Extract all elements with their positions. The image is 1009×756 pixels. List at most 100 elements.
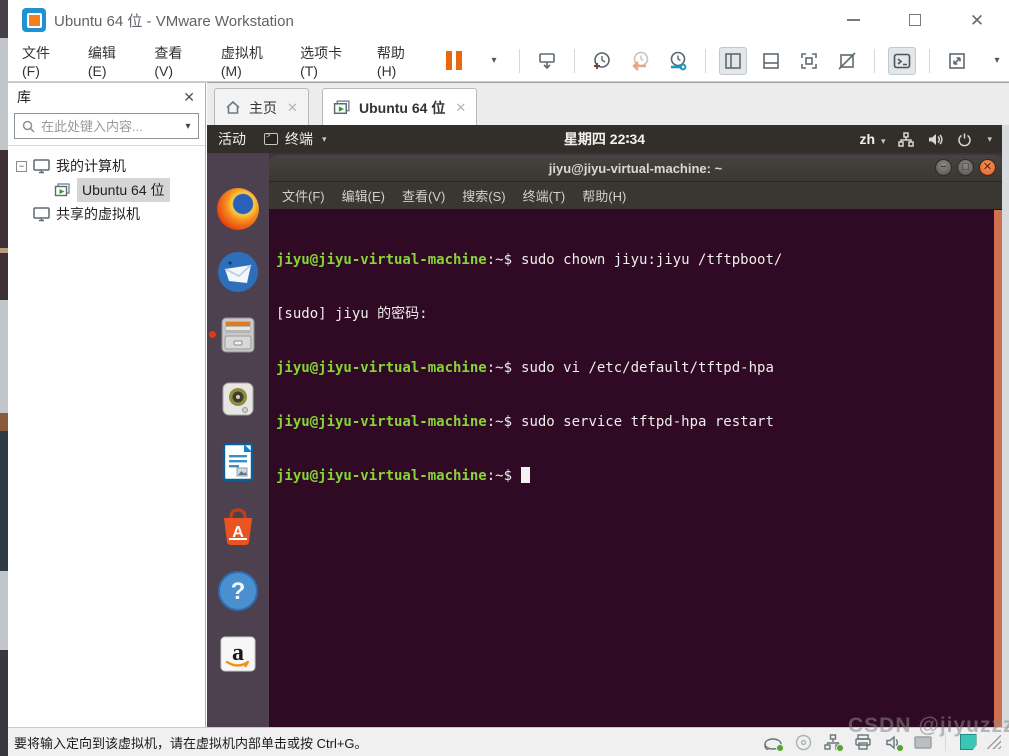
- background-window-sliver: [0, 0, 8, 756]
- terminal-menu-terminal[interactable]: 终端(T): [523, 186, 566, 205]
- terminal-maximize-button[interactable]: □: [957, 159, 974, 176]
- menu-vm[interactable]: 虚拟机(M): [221, 43, 270, 79]
- menu-tabs[interactable]: 选项卡(T): [300, 43, 347, 79]
- minimize-button[interactable]: [839, 6, 867, 34]
- ctrl-alt-del-button[interactable]: [533, 47, 561, 75]
- library-search[interactable]: ▾: [14, 113, 199, 139]
- fullscreen-icon: [801, 52, 817, 69]
- fit-guest-dropdown[interactable]: ▾: [981, 47, 1009, 75]
- terminal-line: [sudo] jiyu 的密码:: [276, 306, 437, 322]
- terminal-line: jiyu@jiyu-virtual-machine:~$ sudo service…: [276, 414, 774, 430]
- pause-button[interactable]: [440, 47, 468, 75]
- vmware-logo-icon: [22, 8, 46, 32]
- take-snapshot-button[interactable]: [588, 47, 616, 75]
- vm-display[interactable]: 活动 终端 ▾ 星期四 22∶34 zh ▾: [207, 125, 1002, 727]
- search-icon: [22, 120, 35, 133]
- library-close-icon[interactable]: ✕: [183, 89, 195, 106]
- console-view-toggle[interactable]: [888, 46, 916, 75]
- tree-item-shared-vms[interactable]: 共享的虚拟机: [8, 202, 205, 226]
- library-search-input[interactable]: [41, 118, 178, 134]
- terminal-window[interactable]: jiyu@jiyu-virtual-machine: ~ − □ ✕ 文件(F)…: [269, 155, 1002, 727]
- amazon-icon[interactable]: a: [217, 633, 259, 675]
- terminal-title: jiyu@jiyu-virtual-machine: ~: [548, 160, 723, 176]
- gnome-top-bar: 活动 终端 ▾ 星期四 22∶34 zh ▾: [207, 125, 1002, 153]
- close-button[interactable]: ✕: [963, 6, 991, 34]
- show-thumbnails-toggle[interactable]: [757, 47, 785, 75]
- resize-grip[interactable]: [987, 735, 1001, 749]
- terminal-titlebar[interactable]: jiyu@jiyu-virtual-machine: ~ − □ ✕: [269, 155, 1002, 182]
- tab-home[interactable]: 主页 ✕: [214, 88, 309, 126]
- terminal-menu-file[interactable]: 文件(F): [282, 186, 325, 205]
- terminal-line: jiyu@jiyu-virtual-machine:~$: [276, 467, 994, 485]
- library-tree: − 我的计算机 Ubuntu 64 位 共享的虚拟机: [8, 146, 205, 226]
- firefox-icon[interactable]: [217, 188, 259, 230]
- rhythmbox-icon[interactable]: [217, 378, 259, 420]
- tree-item-my-computer[interactable]: − 我的计算机: [8, 154, 205, 178]
- tab-close-icon[interactable]: ✕: [287, 100, 298, 116]
- usb-icon[interactable]: [912, 732, 934, 752]
- terminal-menu-view[interactable]: 查看(V): [402, 186, 445, 205]
- volume-icon[interactable]: [927, 132, 944, 147]
- main-menu: 文件(F) 编辑(E) 查看(V) 虚拟机(M) 选项卡(T) 帮助(H): [8, 43, 414, 79]
- terminal-menu-search[interactable]: 搜索(S): [462, 186, 505, 205]
- terminal-minimize-button[interactable]: −: [935, 159, 952, 176]
- menu-view[interactable]: 查看(V): [154, 43, 190, 79]
- files-icon[interactable]: [217, 314, 259, 356]
- snapshot-revert-icon: [632, 51, 649, 71]
- thunderbird-icon[interactable]: [217, 251, 259, 293]
- menu-edit[interactable]: 编辑(E): [88, 43, 124, 79]
- fit-guest-icon: [949, 52, 965, 69]
- system-menu-caret[interactable]: ▾: [987, 134, 992, 145]
- search-filter-dropdown[interactable]: ▾: [178, 121, 198, 132]
- window-title: Ubuntu 64 位 - VMware Workstation: [54, 13, 294, 30]
- power-icon[interactable]: [957, 132, 972, 147]
- vmware-workstation-window: Ubuntu 64 位 - VMware Workstation ✕ 文件(F)…: [0, 0, 1009, 756]
- printer-icon[interactable]: [852, 732, 874, 752]
- tab-ubuntu-vm[interactable]: Ubuntu 64 位 ✕: [322, 88, 478, 126]
- terminal-menubar: 文件(F) 编辑(E) 查看(V) 搜索(S) 终端(T) 帮助(H): [269, 182, 1002, 209]
- vm-display-gutter: [1002, 125, 1009, 727]
- snapshot-manager-button[interactable]: [664, 47, 692, 75]
- tab-strip: 主页 ✕ Ubuntu 64 位 ✕: [207, 82, 1009, 126]
- input-language-indicator[interactable]: zh ▾: [859, 131, 885, 147]
- show-library-toggle[interactable]: [719, 46, 747, 75]
- fit-guest-button[interactable]: [943, 47, 971, 75]
- terminal-menu-edit[interactable]: 编辑(E): [342, 186, 385, 205]
- revert-snapshot-button[interactable]: [626, 47, 654, 75]
- ctrl-alt-del-icon: [539, 52, 555, 69]
- unity-mode-toggle[interactable]: [833, 47, 861, 75]
- terminal-cursor: [521, 467, 531, 483]
- harddisk-icon[interactable]: [762, 732, 784, 752]
- cdrom-icon[interactable]: [792, 732, 814, 752]
- help-icon[interactable]: ?: [217, 570, 259, 612]
- menu-help[interactable]: 帮助(H): [377, 43, 414, 79]
- menu-file[interactable]: 文件(F): [22, 43, 58, 79]
- terminal-menu-help[interactable]: 帮助(H): [582, 186, 626, 205]
- show-library-icon: [725, 52, 741, 69]
- power-dropdown[interactable]: ▾: [478, 47, 506, 75]
- unity-mode-icon: [838, 51, 856, 70]
- fullscreen-toggle[interactable]: [795, 47, 823, 75]
- message-log-icon[interactable]: [957, 732, 979, 752]
- tree-item-ubuntu-vm[interactable]: Ubuntu 64 位: [8, 178, 205, 202]
- terminal-scrollbar[interactable]: [994, 210, 1002, 727]
- tab-close-icon[interactable]: ✕: [455, 100, 466, 116]
- network-icon[interactable]: [898, 131, 915, 147]
- terminal-output[interactable]: jiyu@jiyu-virtual-machine:~$ sudo chown j…: [269, 210, 994, 727]
- libreoffice-writer-icon[interactable]: [217, 441, 259, 483]
- library-panel: 库 ✕ ▾ − 我的计算机: [8, 82, 206, 727]
- ubuntu-software-icon[interactable]: A: [217, 505, 259, 547]
- snapshot-manager-icon: [670, 51, 687, 70]
- library-title: 库: [17, 89, 31, 105]
- vm-icon: [54, 182, 70, 196]
- maximize-button[interactable]: [901, 6, 929, 34]
- network-adapter-icon[interactable]: [822, 732, 844, 752]
- home-icon: [226, 100, 240, 114]
- tree-expander-icon[interactable]: −: [16, 160, 27, 172]
- snapshot-take-icon: [594, 51, 610, 69]
- terminal-close-button[interactable]: ✕: [979, 159, 996, 176]
- terminal-line: jiyu@jiyu-virtual-machine:~$ sudo vi /etc…: [276, 360, 774, 376]
- sound-icon[interactable]: [882, 732, 904, 752]
- svg-text:a: a: [232, 640, 244, 666]
- dock: A ? a 显示应用程序: [207, 153, 320, 727]
